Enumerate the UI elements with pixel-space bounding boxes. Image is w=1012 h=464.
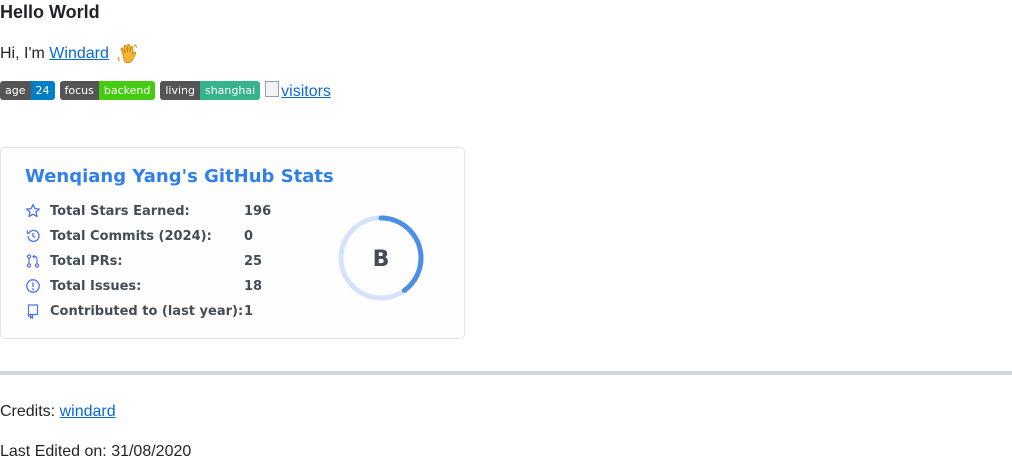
github-stats-card: Wenqiang Yang's GitHub Stats Total Stars… <box>0 147 465 339</box>
stat-total-commits: Total Commits (2024): 0 <box>25 227 253 245</box>
page-title: Hello World <box>0 2 100 22</box>
credits-line: Credits: windard <box>0 403 116 420</box>
rank-letter: B <box>373 247 390 272</box>
stat-value: 196 <box>244 203 272 219</box>
pull-request-icon <box>26 254 40 268</box>
stat-value: 18 <box>244 278 263 294</box>
focus-badge-value: backend <box>98 81 156 100</box>
badge-row: age 24 focus backend living shanghai visito… <box>0 81 331 101</box>
visitors-badge-link[interactable]: visitors <box>265 81 331 100</box>
age-badge-value: 24 <box>30 81 55 100</box>
broken-image-icon <box>265 81 280 97</box>
stat-total-prs: Total PRs: 25 <box>25 252 262 270</box>
windard-profile-link[interactable]: Windard <box>49 45 109 62</box>
visitors-alt-text: visitors <box>281 83 331 100</box>
stat-total-stars: Total Stars Earned: 196 <box>25 202 271 220</box>
stat-value: 25 <box>244 253 263 269</box>
stat-value: 1 <box>244 303 254 319</box>
stats-card-title: Wenqiang Yang's GitHub Stats <box>25 166 334 187</box>
horizontal-rule <box>0 371 1012 375</box>
focus-badge[interactable]: focus backend <box>59 81 156 100</box>
stat-total-issues: Total Issues: 18 <box>25 277 262 295</box>
living-badge-value: shanghai <box>199 81 261 100</box>
waving-hand-icon <box>118 44 138 64</box>
age-badge[interactable]: age 24 <box>0 81 55 100</box>
repo-icon <box>27 304 39 319</box>
rank-circle: B <box>338 215 424 301</box>
living-badge[interactable]: living shanghai <box>160 81 261 100</box>
intro-line: Hi, I'm Windard <box>0 43 139 65</box>
stat-contributed-to: Contributed to (last year): 1 <box>25 302 253 320</box>
intro-prefix: Hi, I'm <box>0 45 50 63</box>
star-icon <box>26 203 40 218</box>
history-icon <box>26 229 40 242</box>
credits-link[interactable]: windard <box>60 403 116 420</box>
stat-value: 0 <box>244 228 254 244</box>
last-edited-text: Last Edited on: 31/08/2020 <box>0 443 192 460</box>
issue-icon <box>26 279 40 293</box>
